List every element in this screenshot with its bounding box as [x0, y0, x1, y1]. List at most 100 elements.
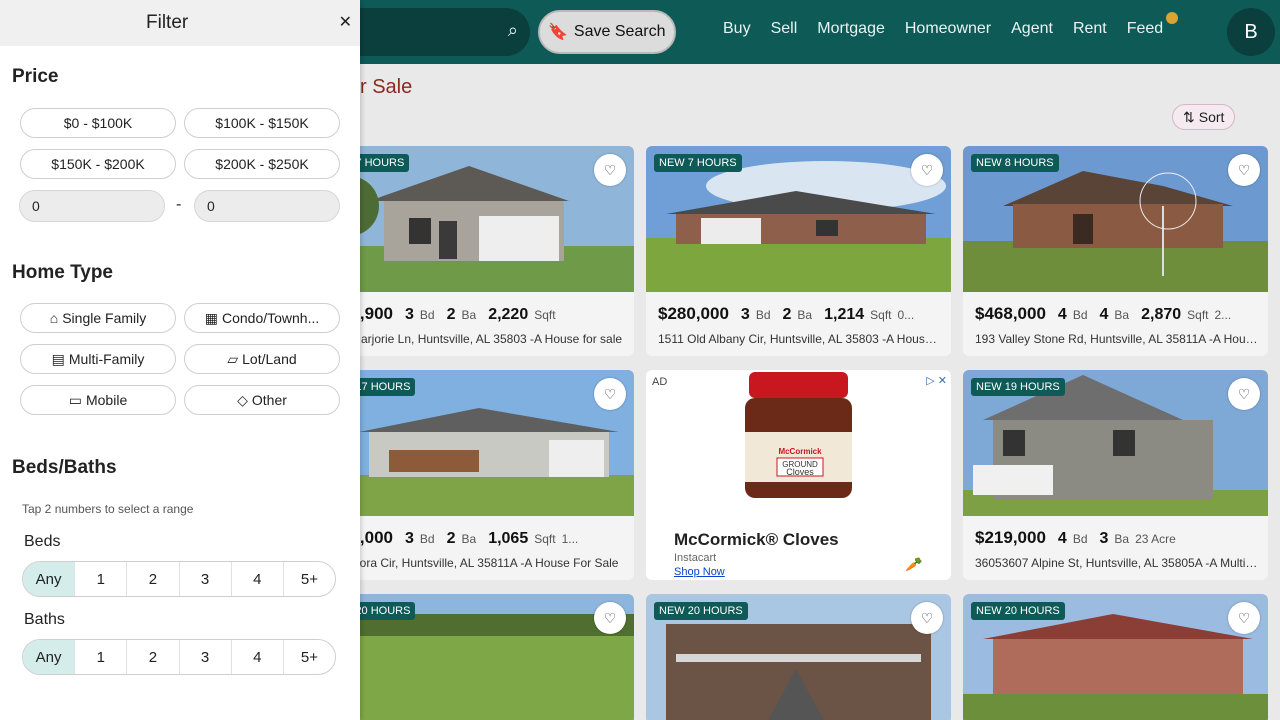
listing-card[interactable]: W 17 HOURS ♡ 85,000 3 Bd 2 Ba 1,065 Sqft 1.… [329, 370, 634, 580]
favorite-icon[interactable]: ♡ [594, 154, 626, 186]
home-type-multi-family[interactable]: ▤ Multi-Family [20, 344, 176, 374]
baths-unit: Ba [461, 308, 477, 322]
listing-card[interactable]: NEW 7 HOURS ♡ $280,000 3 Bd 2 Ba 1,214 Sqft… [646, 146, 951, 356]
baths-option-4[interactable]: 4 [230, 640, 283, 674]
beds-unit: Bd [419, 308, 435, 322]
close-icon[interactable]: ✕ [339, 12, 352, 32]
listing-beds: 3 [740, 306, 750, 323]
max-price-input[interactable]: 0 [194, 190, 340, 222]
nav-feed[interactable]: Feed [1124, 12, 1179, 40]
home-type-mobile[interactable]: ▭ Mobile [20, 385, 176, 415]
search-icon[interactable]: ⌕ [508, 20, 518, 41]
min-price-input[interactable]: 0 [19, 190, 165, 222]
listing-stats: $280,000 3 Bd 2 Ba 1,214 Sqft 0... [658, 304, 914, 324]
favorite-icon[interactable]: ♡ [911, 602, 943, 634]
notification-dot [1166, 12, 1179, 24]
beds-option-4[interactable]: 4 [230, 562, 283, 596]
nav-mortgage[interactable]: Mortgage [814, 18, 888, 40]
beds-option-1[interactable]: 1 [74, 562, 126, 596]
listing-stats: 69,900 3 Bd 2 Ba 2,220 Sqft [341, 304, 556, 324]
listing-stats: 85,000 3 Bd 2 Ba 1,065 Sqft 1... [341, 528, 578, 548]
page-title: r Sale [360, 76, 413, 98]
sqft-unit: Sqft [1187, 308, 1209, 322]
ad-title[interactable]: McCormick® Cloves [674, 530, 839, 550]
nav-homeowner[interactable]: Homeowner [902, 18, 994, 40]
price-option[interactable]: $100K - $150K [184, 108, 340, 138]
listing-address[interactable]: 193 Valley Stone Rd, Huntsville, AL 3581… [975, 332, 1260, 346]
favorite-icon[interactable]: ♡ [911, 154, 943, 186]
beds-option-any[interactable]: Any [23, 562, 75, 596]
nav-rent[interactable]: Rent [1070, 18, 1110, 40]
home-type-single-family[interactable]: ⌂ Single Family [20, 303, 176, 333]
favorite-icon[interactable]: ♡ [594, 378, 626, 410]
favorite-icon[interactable]: ♡ [1228, 154, 1260, 186]
home-type-condo[interactable]: ▦ Condo/Townh... [184, 303, 340, 333]
baths-option-2[interactable]: 2 [126, 640, 178, 674]
listing-extra: 0... [897, 308, 915, 322]
listing-address[interactable]: 3 Marjorie Ln, Huntsville, AL 35803 -A H… [341, 332, 626, 346]
home-type-lot-land[interactable]: ▱ Lot/Land [184, 344, 340, 374]
home-type-label: Multi-Family [68, 351, 145, 367]
listing-price: $468,000 [975, 304, 1046, 323]
ad-shop-link[interactable]: Shop Now [674, 566, 725, 578]
listing-card[interactable]: W 7 HOURS ♡ 69,900 3 Bd 2 Ba 2,220 Sqft 3 M… [329, 146, 634, 356]
multi-family-icon: ▤ [51, 350, 65, 367]
listing-baths: 2 [446, 306, 456, 323]
beds-option-5plus[interactable]: 5+ [282, 562, 335, 596]
sort-button[interactable]: ⇅ Sort [1172, 104, 1236, 130]
nav-sell[interactable]: Sell [768, 18, 801, 40]
home-type-other[interactable]: ◇ Other [184, 385, 340, 415]
listing-stats: $219,000 4 Bd 3 Ba 23 Acre [975, 528, 1176, 548]
listing-age-badge: NEW 19 HOURS [971, 378, 1065, 396]
sort-label: Sort [1198, 109, 1225, 125]
beds-selector: Any 1 2 3 4 5+ [22, 561, 336, 597]
baths-unit: Ba [797, 308, 813, 322]
favorite-icon[interactable]: ♡ [1228, 378, 1260, 410]
listing-address[interactable]: 36053607 Alpine St, Huntsville, AL 35805… [975, 556, 1260, 570]
baths-option-5plus[interactable]: 5+ [282, 640, 335, 674]
baths-label: Baths [24, 611, 65, 628]
favorite-icon[interactable]: ♡ [594, 602, 626, 634]
home-type-label: Single Family [62, 310, 147, 326]
single-family-icon: ⌂ [49, 310, 59, 326]
listing-card[interactable]: NEW 20 HOURS ♡ [646, 594, 951, 720]
price-option[interactable]: $0 - $100K [20, 108, 176, 138]
ad-source: Instacart [674, 552, 717, 564]
ad-close-icon[interactable]: ▷ ✕ [926, 374, 947, 387]
instacart-icon[interactable]: 🥕 [905, 556, 925, 576]
listing-beds: 3 [405, 530, 414, 547]
baths-option-any[interactable]: Any [23, 640, 75, 674]
save-search-button[interactable]: 🔖 Save Search [538, 10, 676, 54]
avatar[interactable]: B [1227, 8, 1275, 56]
listing-price: $280,000 [658, 304, 729, 323]
jar-text-cloves: Cloves [786, 467, 814, 477]
nav-agent[interactable]: Agent [1008, 18, 1056, 40]
listing-address[interactable]: Aurora Cir, Huntsville, AL 35811A -A Hou… [341, 556, 626, 570]
home-type-label: Mobile [85, 392, 128, 408]
condo-icon: ▦ [204, 309, 218, 326]
price-option[interactable]: $150K - $200K [20, 149, 176, 179]
favorite-icon[interactable]: ♡ [1228, 602, 1260, 634]
listing-card[interactable]: NEW 19 HOURS ♡ $219,000 4 Bd 3 Ba 23 Acre … [963, 370, 1268, 580]
listing-baths: 2 [782, 306, 792, 323]
range-dash: - [176, 196, 182, 213]
listing-age-badge: NEW 8 HOURS [971, 154, 1059, 172]
listing-extra: 1... [561, 532, 579, 546]
ad-card[interactable]: AD ▷ ✕ McCormick GROUND Cloves McCormick… [646, 370, 951, 580]
listing-card[interactable]: NEW 8 HOURS ♡ $468,000 4 Bd 4 Ba 2,870 Sqft… [963, 146, 1268, 356]
listing-card[interactable]: W 20 HOURS ♡ [329, 594, 634, 720]
baths-selector: Any 1 2 3 4 5+ [22, 639, 336, 675]
price-option[interactable]: $200K - $250K [184, 149, 340, 179]
home-type-label: Condo/Townh... [221, 310, 320, 326]
product-image[interactable]: McCormick GROUND Cloves [741, 372, 856, 502]
beds-option-2[interactable]: 2 [126, 562, 178, 596]
baths-option-3[interactable]: 3 [178, 640, 231, 674]
filter-panel: Filter ✕ Price $0 - $100K $100K - $150K … [0, 0, 360, 720]
baths-option-1[interactable]: 1 [74, 640, 126, 674]
listing-sqft: 2,870 [1141, 306, 1182, 323]
listing-address[interactable]: 1511 Old Albany Cir, Huntsville, AL 3580… [658, 332, 943, 346]
beds-option-3[interactable]: 3 [178, 562, 231, 596]
listing-card[interactable]: NEW 20 HOURS ♡ [963, 594, 1268, 720]
search-field[interactable]: ⌕ [330, 8, 530, 56]
nav-buy[interactable]: Buy [720, 18, 754, 40]
